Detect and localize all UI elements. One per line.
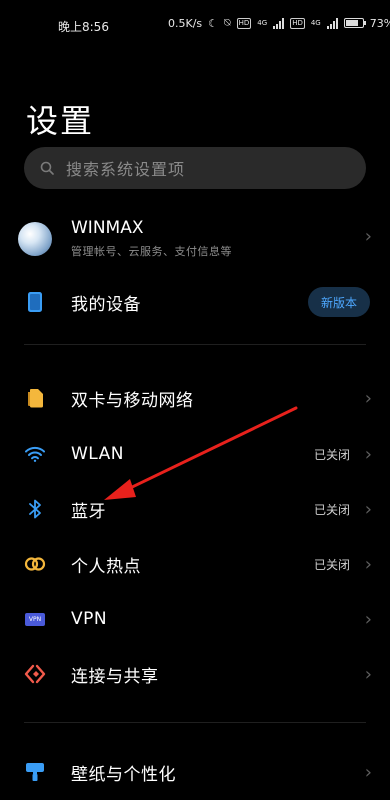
wallpaper-icon [24,761,46,783]
new-version-badge[interactable]: 新版本 [308,287,370,317]
my-device-label: 我的设备 [71,294,141,315]
signal-icon [273,17,285,29]
item-label: WLAN [71,444,125,464]
item-label: 个人热点 [71,556,141,577]
status-icons: 0.5K/s ☾ ⍉ HD 4G HD 4G 73% [168,16,390,30]
hd-icon-2: HD [290,17,305,29]
chevron-right-icon: › [364,663,372,685]
chevron-right-icon: › [364,387,372,409]
divider [24,722,366,723]
item-label: VPN [71,609,108,629]
chevron-right-icon: › [364,608,372,630]
network-type-icon: 4G [257,18,268,27]
wifi-icon [24,443,46,465]
chevron-right-icon: › [364,761,372,783]
search-icon [40,161,54,175]
avatar [18,222,52,256]
item-status: 已关闭 [313,557,350,572]
connection-share-icon [24,663,46,685]
search-bar[interactable]: 搜索系统设置项 [24,147,366,189]
settings-item-wallpaper[interactable]: 壁纸与个性化 › [0,746,390,798]
item-status: 已关闭 [313,447,350,462]
settings-item-bluetooth[interactable]: 蓝牙 已关闭 › [0,483,390,535]
chevron-right-icon: › [364,553,372,575]
status-bar: 晚上8:56 0.5K/s ☾ ⍉ HD 4G HD 4G 73% [0,0,390,52]
search-placeholder: 搜索系统设置项 [66,160,186,179]
item-label: 连接与共享 [71,666,159,687]
network-speed: 0.5K/s [168,16,203,30]
item-label: 蓝牙 [71,501,106,522]
settings-item-connection-share[interactable]: 连接与共享 › [0,648,390,700]
vpn-icon-text: VPN [25,612,45,626]
sidebar-item-dual-sim[interactable]: 双卡与移动网络 › [0,372,390,424]
battery-icon [343,18,366,28]
alarm-off-icon: ⍉ [224,16,231,29]
status-time: 晚上8:56 [58,20,109,34]
account-row[interactable]: WINMAX 管理帐号、云服务、支付信息等 › [0,212,390,264]
settings-item-vpn[interactable]: VPN VPN › [0,593,390,645]
settings-item-hotspot[interactable]: 个人热点 已关闭 › [0,538,390,590]
phone-icon [24,291,46,313]
item-label: 壁纸与个性化 [71,764,176,785]
moon-icon: ☾ [208,16,219,30]
account-subtitle: 管理帐号、云服务、支付信息等 [71,245,232,258]
sim-card-icon [24,387,46,409]
network-type-icon-2: 4G [310,18,321,27]
my-device-row[interactable]: 我的设备 新版本 [0,276,390,328]
chevron-right-icon: › [364,443,372,465]
signal-icon-2 [326,17,338,29]
settings-item-wlan[interactable]: WLAN 已关闭 › [0,428,390,480]
chevron-right-icon: › [364,226,372,247]
account-name: WINMAX [71,218,144,238]
hotspot-icon [24,553,46,575]
divider [24,344,366,345]
item-status: 已关闭 [313,502,350,517]
bluetooth-icon [24,498,46,520]
page-title: 设置 [26,102,95,140]
chevron-right-icon: › [364,498,372,520]
vpn-icon: VPN [24,608,46,630]
hd-icon: HD [236,17,252,29]
battery-percent: 73% [369,16,390,30]
item-label: 双卡与移动网络 [71,390,194,411]
